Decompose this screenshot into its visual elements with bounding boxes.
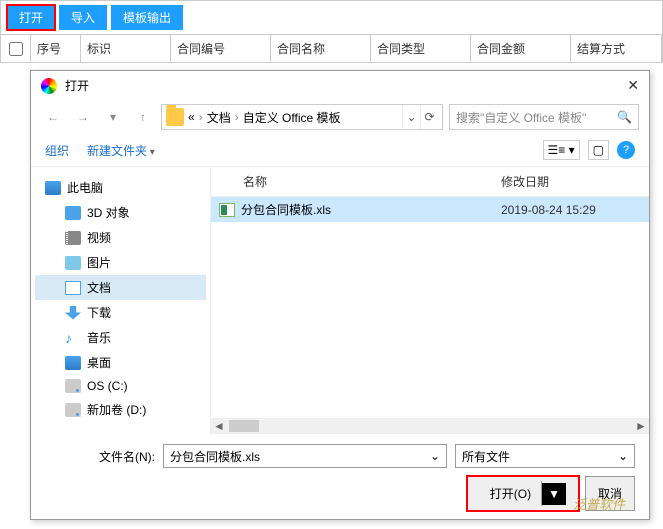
tree-download[interactable]: 下载	[35, 300, 206, 325]
file-name: 分包合同模板.xls	[241, 201, 331, 218]
crumb-prev: «	[188, 110, 195, 124]
app-toolbar: 打开 导入 模板输出	[0, 0, 663, 35]
help-icon[interactable]: ?	[617, 141, 635, 159]
view-mode-button[interactable]: ☰≡ ▾	[543, 140, 580, 160]
tree-label: 桌面	[87, 354, 111, 371]
desktop-icon	[65, 356, 81, 370]
tree-label: 图片	[87, 254, 111, 271]
image-icon	[65, 256, 81, 270]
tree-desktop[interactable]: 桌面	[35, 350, 206, 375]
filename-label: 文件名(N):	[45, 448, 155, 465]
dialog-title: 打开	[65, 77, 627, 94]
tree-label: OS (C:)	[87, 379, 128, 393]
pc-icon	[45, 181, 61, 195]
toolbar-import-button[interactable]: 导入	[59, 5, 107, 30]
filename-value: 分包合同模板.xls	[170, 448, 260, 465]
col-type: 合同类型	[371, 35, 471, 62]
file-type-filter[interactable]: 所有文件 ⌄	[455, 444, 635, 468]
tree-music[interactable]: ♪ 音乐	[35, 325, 206, 350]
tree-this-pc[interactable]: 此电脑	[35, 175, 206, 200]
file-date: 2019-08-24 15:29	[501, 203, 641, 217]
scroll-thumb[interactable]	[229, 420, 259, 432]
tree-doc[interactable]: 文档	[35, 275, 206, 300]
music-icon: ♪	[65, 331, 81, 345]
filter-value: 所有文件	[462, 448, 510, 465]
col-amount: 合同金额	[471, 35, 571, 62]
search-icon: 🔍	[617, 110, 632, 124]
scroll-left-icon[interactable]: ◄	[211, 419, 227, 433]
folder-icon	[166, 108, 184, 126]
tree-label: 3D 对象	[87, 204, 130, 221]
tree-osc[interactable]: OS (C:)	[35, 375, 206, 397]
drive-icon	[65, 379, 81, 393]
toolbar-open-button[interactable]: 打开	[7, 5, 55, 30]
tree-label: 文档	[87, 279, 111, 296]
column-date[interactable]: 修改日期	[501, 173, 641, 190]
video-icon	[65, 231, 81, 245]
horizontal-scrollbar[interactable]: ◄ ►	[211, 418, 649, 434]
crumb-refresh-icon[interactable]: ⟳	[420, 105, 438, 129]
scroll-right-icon[interactable]: ►	[633, 419, 649, 433]
chevron-right-icon: ›	[235, 110, 239, 124]
nav-forward-icon[interactable]: →	[71, 105, 95, 129]
search-input[interactable]: 搜索"自定义 Office 模板" 🔍	[449, 104, 639, 130]
document-icon	[65, 281, 81, 295]
cube-icon	[65, 206, 81, 220]
xls-icon	[219, 203, 235, 217]
col-settle: 结算方式	[571, 35, 662, 62]
file-row[interactable]: 分包合同模板.xls 2019-08-24 15:29	[211, 197, 649, 222]
column-name[interactable]: 名称	[219, 173, 501, 190]
crumb-dropdown-icon[interactable]: ⌄	[402, 105, 420, 129]
download-icon	[65, 306, 81, 320]
filename-input[interactable]: 分包合同模板.xls ⌄	[163, 444, 447, 468]
chevron-down-icon[interactable]: ⌄	[430, 449, 440, 463]
open-button-label: 打开(O)	[480, 481, 542, 506]
tree-video[interactable]: 视频	[35, 225, 206, 250]
col-flag: 标识	[81, 35, 171, 62]
app-logo-icon	[41, 78, 57, 94]
open-button[interactable]: 打开(O) ▼	[467, 476, 579, 511]
col-index: 序号	[31, 35, 81, 62]
breadcrumb[interactable]: « › 文档 › 自定义 Office 模板 ⌄ ⟳	[161, 104, 443, 130]
nav-up-icon[interactable]: ↑	[131, 105, 155, 129]
nav-recent-icon[interactable]: ▾	[101, 105, 125, 129]
col-name: 合同名称	[271, 35, 371, 62]
tree-label: 此电脑	[67, 179, 103, 196]
tree-label: 下载	[87, 304, 111, 321]
chevron-down-icon[interactable]: ⌄	[618, 449, 628, 463]
tree-label: 视频	[87, 229, 111, 246]
crumb-doc[interactable]: 文档	[207, 109, 231, 126]
tree-3d[interactable]: 3D 对象	[35, 200, 206, 225]
organize-menu[interactable]: 组织	[45, 142, 69, 159]
chevron-right-icon: ›	[199, 110, 203, 124]
tree-label: 新加卷 (D:)	[87, 401, 146, 418]
file-open-dialog: 打开 ✕ ← → ▾ ↑ « › 文档 › 自定义 Office 模板 ⌄ ⟳ …	[30, 70, 650, 520]
search-placeholder: 搜索"自定义 Office 模板"	[456, 109, 586, 126]
close-icon[interactable]: ✕	[627, 77, 639, 94]
new-folder-button[interactable]: 新建文件夹	[87, 142, 155, 159]
cancel-button[interactable]: 取消	[585, 476, 635, 511]
tree-label: 音乐	[87, 329, 111, 346]
nav-back-icon[interactable]: ←	[41, 105, 65, 129]
open-split-dropdown[interactable]: ▼	[542, 483, 566, 505]
col-no: 合同编号	[171, 35, 271, 62]
grid-header: 序号 标识 合同编号 合同名称 合同类型 合同金额 结算方式	[0, 35, 663, 63]
file-list: 名称 修改日期 分包合同模板.xls 2019-08-24 15:29 ◄ ►	[211, 167, 649, 434]
tree-newd[interactable]: 新加卷 (D:)	[35, 397, 206, 422]
drive-icon	[65, 403, 81, 417]
crumb-folder[interactable]: 自定义 Office 模板	[243, 109, 341, 126]
preview-pane-button[interactable]: ▢	[588, 140, 609, 160]
tree-image[interactable]: 图片	[35, 250, 206, 275]
select-all-checkbox[interactable]	[9, 42, 23, 56]
folder-tree: 此电脑 3D 对象 视频 图片 文档 下载 ♪ 音乐 桌面 OS (C:) 新加卷…	[31, 167, 211, 434]
toolbar-export-template-button[interactable]: 模板输出	[111, 5, 183, 30]
